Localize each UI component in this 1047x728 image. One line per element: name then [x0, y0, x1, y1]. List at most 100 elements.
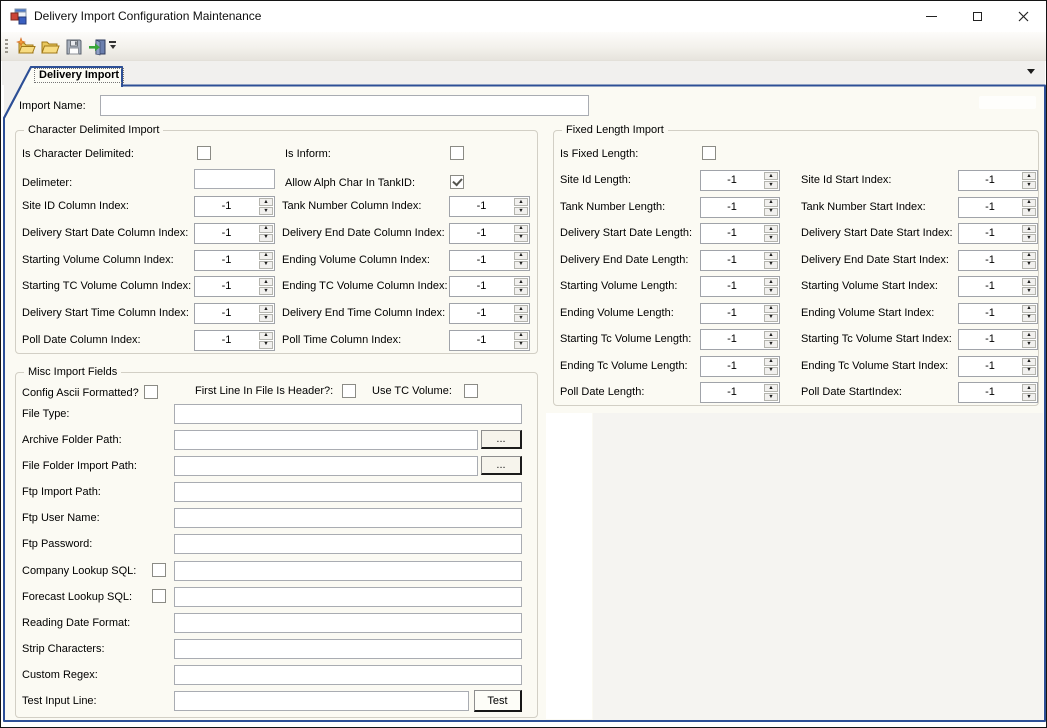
field-input[interactable] [174, 482, 522, 502]
spin-up-button[interactable]: ▲ [764, 331, 778, 339]
numeric-updown[interactable]: -1 ▲ ▼ [958, 276, 1038, 297]
spin-up-button[interactable]: ▲ [1022, 358, 1036, 366]
spin-up-button[interactable]: ▲ [1022, 331, 1036, 339]
is-fixed-length-checkbox[interactable] [702, 146, 716, 160]
spin-down-button[interactable]: ▼ [259, 261, 273, 269]
spin-down-button[interactable]: ▼ [259, 234, 273, 242]
spin-up-button[interactable]: ▲ [259, 198, 273, 206]
spin-down-button[interactable]: ▼ [1022, 287, 1036, 295]
numeric-updown[interactable]: -1 ▲ ▼ [958, 250, 1038, 271]
tab-delivery-import[interactable]: Delivery Import [34, 68, 124, 83]
numeric-updown[interactable]: -1 ▲ ▼ [958, 303, 1038, 324]
numeric-updown[interactable]: -1 ▲ ▼ [958, 329, 1038, 350]
numeric-updown[interactable]: -1 ▲ ▼ [449, 330, 530, 351]
spin-down-button[interactable]: ▼ [259, 314, 273, 322]
spin-up-button[interactable]: ▲ [764, 172, 778, 180]
is-inform-checkbox[interactable] [450, 146, 464, 160]
spin-down-button[interactable]: ▼ [1022, 314, 1036, 322]
numeric-updown[interactable]: -1 ▲ ▼ [958, 356, 1038, 377]
numeric-updown[interactable]: -1 ▲ ▼ [958, 170, 1038, 191]
numeric-updown[interactable]: -1 ▲ ▼ [194, 303, 275, 324]
spin-up-button[interactable]: ▲ [764, 384, 778, 392]
spin-up-button[interactable]: ▲ [1022, 225, 1036, 233]
numeric-updown[interactable]: -1 ▲ ▼ [194, 250, 275, 271]
spin-up-button[interactable]: ▲ [1022, 305, 1036, 313]
spin-down-button[interactable]: ▼ [764, 340, 778, 348]
field-input[interactable] [174, 508, 522, 528]
spin-down-button[interactable]: ▼ [764, 234, 778, 242]
sql-enable-checkbox[interactable] [152, 589, 166, 603]
spin-down-button[interactable]: ▼ [764, 367, 778, 375]
numeric-updown[interactable]: -1 ▲ ▼ [194, 196, 275, 217]
spin-up-button[interactable]: ▲ [764, 252, 778, 260]
spin-up-button[interactable]: ▲ [514, 198, 528, 206]
spin-up-button[interactable]: ▲ [259, 225, 273, 233]
spin-down-button[interactable]: ▼ [1022, 393, 1036, 401]
spin-up-button[interactable]: ▲ [259, 252, 273, 260]
first-line-header-checkbox[interactable] [342, 384, 356, 398]
numeric-updown[interactable]: -1 ▲ ▼ [958, 382, 1038, 403]
field-input[interactable] [174, 456, 478, 476]
spin-up-button[interactable]: ▲ [259, 305, 273, 313]
field-input[interactable] [174, 534, 522, 554]
spin-up-button[interactable]: ▲ [259, 278, 273, 286]
spin-up-button[interactable]: ▲ [764, 199, 778, 207]
spin-up-button[interactable]: ▲ [764, 278, 778, 286]
numeric-updown[interactable]: -1 ▲ ▼ [700, 276, 780, 297]
spin-down-button[interactable]: ▼ [514, 314, 528, 322]
test-button[interactable]: Test [474, 690, 522, 712]
spin-up-button[interactable]: ▲ [1022, 252, 1036, 260]
spin-down-button[interactable]: ▼ [764, 314, 778, 322]
spin-up-button[interactable]: ▲ [1022, 278, 1036, 286]
spin-down-button[interactable]: ▼ [1022, 367, 1036, 375]
numeric-updown[interactable]: -1 ▲ ▼ [449, 250, 530, 271]
numeric-updown[interactable]: -1 ▲ ▼ [449, 196, 530, 217]
spin-up-button[interactable]: ▲ [514, 225, 528, 233]
spin-down-button[interactable]: ▼ [514, 207, 528, 215]
sql-enable-checkbox[interactable] [152, 563, 166, 577]
spin-down-button[interactable]: ▼ [764, 208, 778, 216]
field-input[interactable] [174, 404, 522, 424]
spin-up-button[interactable]: ▲ [1022, 199, 1036, 207]
spin-up-button[interactable]: ▲ [514, 332, 528, 340]
field-input[interactable] [174, 691, 469, 711]
field-input[interactable] [174, 665, 522, 685]
is-character-delimited-checkbox[interactable] [197, 146, 211, 160]
numeric-updown[interactable]: -1 ▲ ▼ [700, 382, 780, 403]
numeric-updown[interactable]: -1 ▲ ▼ [194, 330, 275, 351]
numeric-updown[interactable]: -1 ▲ ▼ [958, 223, 1038, 244]
spin-down-button[interactable]: ▼ [259, 207, 273, 215]
spin-down-button[interactable]: ▼ [764, 261, 778, 269]
numeric-updown[interactable]: -1 ▲ ▼ [700, 303, 780, 324]
numeric-updown[interactable]: -1 ▲ ▼ [449, 223, 530, 244]
numeric-updown[interactable]: -1 ▲ ▼ [700, 329, 780, 350]
spin-down-button[interactable]: ▼ [514, 287, 528, 295]
browse-button[interactable]: ... [481, 430, 522, 449]
numeric-updown[interactable]: -1 ▲ ▼ [958, 197, 1038, 218]
spin-down-button[interactable]: ▼ [1022, 340, 1036, 348]
spin-down-button[interactable]: ▼ [259, 341, 273, 349]
field-input[interactable] [174, 561, 522, 581]
spin-down-button[interactable]: ▼ [514, 341, 528, 349]
numeric-updown[interactable]: -1 ▲ ▼ [700, 223, 780, 244]
spin-up-button[interactable]: ▲ [764, 225, 778, 233]
spin-down-button[interactable]: ▼ [1022, 181, 1036, 189]
use-tc-volume-checkbox[interactable] [464, 384, 478, 398]
delimeter-input[interactable] [194, 169, 275, 189]
spin-down-button[interactable]: ▼ [259, 287, 273, 295]
field-input[interactable] [174, 587, 522, 607]
field-input[interactable] [174, 613, 522, 633]
browse-button[interactable]: ... [481, 456, 522, 475]
spin-up-button[interactable]: ▲ [1022, 384, 1036, 392]
numeric-updown[interactable]: -1 ▲ ▼ [194, 223, 275, 244]
field-input[interactable] [174, 430, 478, 450]
config-ascii-checkbox[interactable] [144, 385, 158, 399]
import-name-input[interactable] [100, 95, 589, 116]
spin-down-button[interactable]: ▼ [764, 393, 778, 401]
spin-up-button[interactable]: ▲ [514, 278, 528, 286]
field-input[interactable] [174, 639, 522, 659]
allow-alph-checkbox[interactable] [450, 175, 464, 189]
numeric-updown[interactable]: -1 ▲ ▼ [700, 356, 780, 377]
numeric-updown[interactable]: -1 ▲ ▼ [700, 197, 780, 218]
spin-up-button[interactable]: ▲ [1022, 172, 1036, 180]
